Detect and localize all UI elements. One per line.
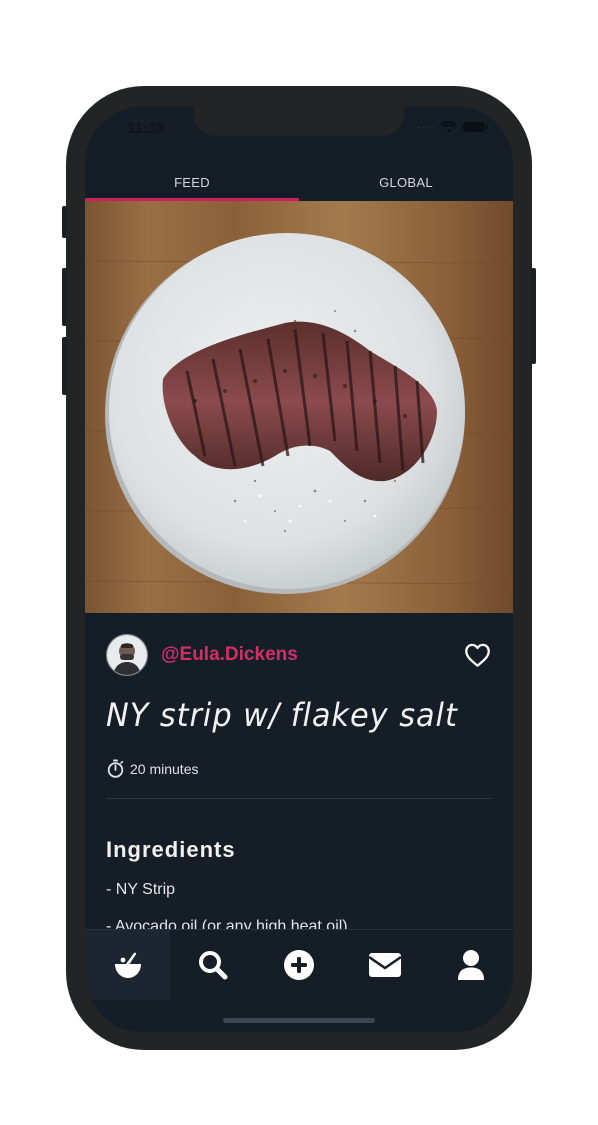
nav-item-feed[interactable] [85,930,170,1000]
volume-up-button [62,268,67,326]
author-username[interactable]: @Eula.Dickens [161,644,298,666]
steak-plate-image [85,201,513,613]
status-time: 11:33 [127,120,165,137]
nav-item-add[interactable] [256,930,341,1000]
cook-time: 20 minutes [107,759,198,778]
tab-global[interactable]: GLOBAL [299,163,513,201]
nav-item-messages[interactable] [342,930,427,1000]
author[interactable]: @Eula.Dickens [106,634,298,676]
notch [194,106,404,136]
silent-switch [62,206,67,238]
stopwatch-icon [107,759,124,778]
plus-circle-icon [283,950,314,980]
tab-feed[interactable]: FEED [85,163,299,201]
user-icon [457,950,484,980]
ingredients-heading: Ingredients [106,837,236,862]
nav-item-profile[interactable] [428,930,513,1000]
envelope-icon [367,953,402,977]
heart-icon[interactable] [464,642,491,668]
search-icon [198,951,227,980]
bowl-icon [114,952,141,978]
feed-tabs: FEED GLOBAL [85,163,513,201]
status-icons: ···· [417,121,488,133]
divider [106,798,492,799]
nav-item-search[interactable] [170,930,255,1000]
recipe-photo[interactable] [85,201,513,613]
screen: 11:33 ···· FEED GLOBAL @Eula.Dickens NY … [85,106,513,1032]
signal-icon: ···· [417,121,435,133]
home-indicator[interactable] [223,1018,375,1023]
ingredient-item: - NY Strip [106,881,176,898]
bottom-nav [85,929,513,1032]
wifi-icon [441,121,457,133]
power-button [531,268,536,364]
recipe-title: NY strip w/ flakey salt [106,696,458,734]
volume-down-button [62,337,67,395]
avatar[interactable] [106,634,148,676]
battery-icon [463,122,488,132]
cook-time-text: 20 minutes [130,760,199,777]
